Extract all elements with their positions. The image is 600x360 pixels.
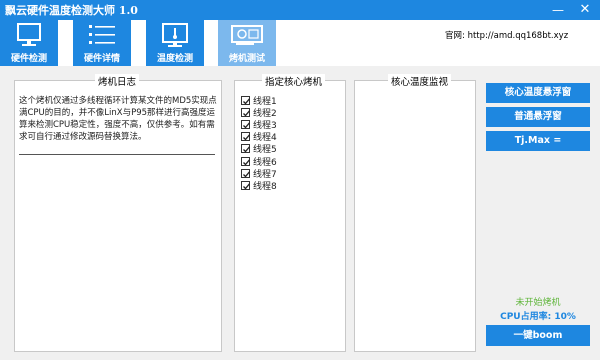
normal-float-button[interactable]: 普通悬浮窗 — [486, 107, 590, 127]
thread-checkbox-3[interactable]: 线程3 — [241, 118, 277, 131]
checkbox-checked-icon[interactable] — [241, 95, 250, 105]
checkbox-checked-icon[interactable] — [241, 156, 250, 166]
thread-label: 线程7 — [253, 169, 277, 180]
core-temp-monitor-panel: 核心温度监视 — [354, 74, 476, 352]
thread-label: 线程2 — [253, 108, 277, 119]
toolbar: 硬件检测 硬件详情 温度检测 烤机测试 官网: http://amd.qq168… — [0, 20, 600, 66]
gpu-card-icon — [231, 25, 263, 45]
list-icon — [89, 25, 115, 44]
checkbox-checked-icon[interactable] — [241, 180, 250, 190]
thread-list: 线程1 线程2 线程3 线程4 线程5 线程6 线程7 线程8 — [241, 94, 277, 192]
tjmax-button[interactable]: Tj.Max = — [486, 131, 590, 151]
official-website-link[interactable]: 官网: http://amd.qq168bt.xyz — [445, 29, 568, 41]
app-title: 飘云硬件温度检测大师 1.0 — [5, 4, 138, 17]
tab-temperature-detect[interactable]: 温度检测 — [146, 20, 204, 66]
burn-log-text: 这个烤机仅通过多线程循环计算某文件的MD5实现点满CPU的目的，并不像LinX与… — [19, 96, 217, 142]
burn-status-text: 未开始烤机 — [515, 298, 561, 308]
thread-label: 线程5 — [253, 145, 277, 156]
tab-hardware-details[interactable]: 硬件详情 — [73, 20, 131, 66]
checkbox-checked-icon[interactable] — [241, 168, 250, 178]
checkbox-checked-icon[interactable] — [241, 132, 250, 142]
thermometer-icon — [162, 23, 188, 47]
monitor-icon — [17, 23, 41, 46]
burn-log-title: 烤机日志 — [95, 74, 140, 88]
tab-burn-in-test[interactable]: 烤机测试 — [218, 20, 276, 66]
thread-label: 线程8 — [253, 181, 277, 192]
core-select-panel: 指定核心烤机 线程1 线程2 线程3 线程4 线程5 线程6 线程7 线程8 — [234, 74, 346, 352]
thread-checkbox-7[interactable]: 线程7 — [241, 167, 277, 180]
header-spacer — [276, 20, 600, 66]
tab-label: 烤机测试 — [228, 54, 265, 64]
thread-label: 线程4 — [253, 133, 277, 144]
checkbox-checked-icon[interactable] — [241, 119, 250, 129]
thread-checkbox-5[interactable]: 线程5 — [241, 143, 277, 155]
burn-log-panel: 烤机日志 这个烤机仅通过多线程循环计算某文件的MD5实现点满CPU的目的，并不像… — [14, 74, 222, 352]
minimize-button[interactable]: — — [548, 0, 568, 20]
tab-label: 硬件检测 — [10, 54, 47, 64]
tab-label: 温度检测 — [156, 54, 193, 64]
checkbox-checked-icon[interactable] — [241, 144, 250, 154]
thread-checkbox-1[interactable]: 线程1 — [241, 94, 277, 107]
thread-checkbox-8[interactable]: 线程8 — [241, 179, 277, 192]
close-button[interactable]: ✕ — [575, 0, 595, 20]
thread-checkbox-2[interactable]: 线程2 — [241, 106, 277, 119]
cpu-usage-text: CPU占用率: 10% — [500, 312, 576, 322]
tab-hardware-detect[interactable]: 硬件检测 — [0, 20, 58, 66]
log-divider — [19, 154, 215, 155]
burn-in-page: 烤机日志 这个烤机仅通过多线程循环计算某文件的MD5实现点满CPU的目的，并不像… — [0, 66, 600, 360]
thread-label: 线程3 — [253, 120, 277, 131]
title-bar: 飘云硬件温度检测大师 1.0 — ✕ — [0, 0, 600, 20]
thread-checkbox-4[interactable]: 线程4 — [241, 131, 277, 143]
one-key-boom-button[interactable]: 一键boom — [486, 325, 590, 346]
thread-checkbox-6[interactable]: 线程6 — [241, 155, 277, 168]
checkbox-checked-icon[interactable] — [241, 107, 250, 117]
core-temp-monitor-title: 核心温度监视 — [388, 74, 452, 88]
thread-label: 线程6 — [253, 157, 277, 168]
thread-label: 线程1 — [253, 96, 277, 107]
tab-label: 硬件详情 — [83, 54, 120, 64]
core-temp-float-button[interactable]: 核心温度悬浮窗 — [486, 83, 590, 103]
core-select-title: 指定核心烤机 — [262, 74, 326, 88]
